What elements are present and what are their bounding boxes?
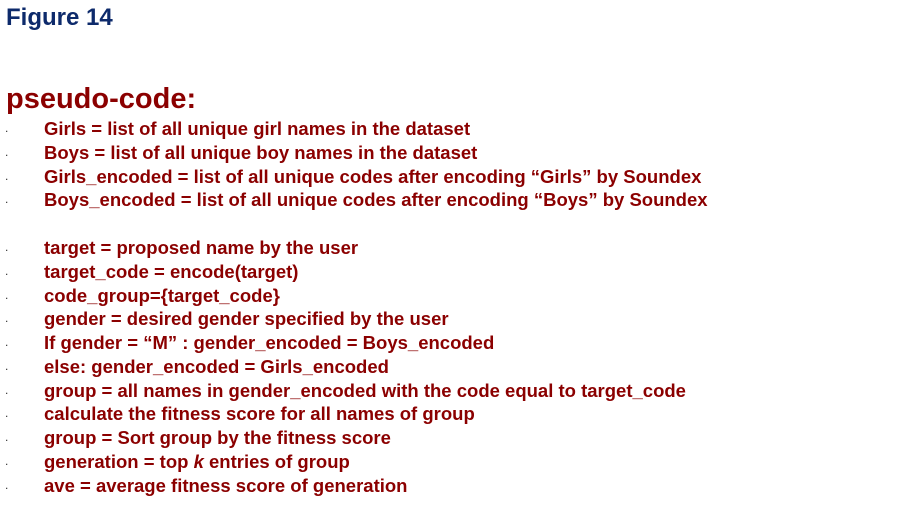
bullet-marker: . xyxy=(5,263,9,278)
bullet-marker: . xyxy=(5,453,9,468)
pseudo-code-line-text: Boys_encoded = list of all unique codes … xyxy=(44,189,708,211)
bullet-marker: . xyxy=(5,240,9,254)
pseudo-code-line-text: group = all names in gender_encoded with… xyxy=(44,379,686,401)
pseudo-code-line-text: If gender = “M” : gender_encoded = Boys_… xyxy=(44,332,495,353)
pseudo-code-heading: pseudo-code: xyxy=(6,83,197,115)
generation-line-k: k xyxy=(193,450,204,472)
generation-line-after: entries of group xyxy=(203,450,350,472)
pseudo-code-line-text: code_group={target_code} xyxy=(44,284,280,306)
bullet-marker: . xyxy=(5,335,9,349)
pseudo-code-line-text: ave = average fitness score of generatio… xyxy=(44,474,408,496)
pseudo-code-line-text: Boys = list of all unique boy names in t… xyxy=(44,141,478,163)
bullet-marker: . xyxy=(5,192,9,207)
figure-title: Figure 14 xyxy=(6,4,113,31)
bullet-marker: . xyxy=(5,430,9,444)
bullet-marker: . xyxy=(5,477,9,492)
bullet-marker: . xyxy=(5,382,9,397)
generation-line-before: generation = top xyxy=(44,450,194,472)
pseudo-code-line-text: Girls_encoded = list of all unique codes… xyxy=(44,165,702,187)
bullet-marker: . xyxy=(5,406,9,421)
pseudo-code-line-text: group = Sort group by the fitness score xyxy=(44,427,391,448)
pseudo-code-line-text: calculate the fitness score for all name… xyxy=(44,403,475,425)
pseudo-code-line-text: else: gender_encoded = Girls_encoded xyxy=(44,355,389,377)
bullet-marker: . xyxy=(5,358,9,373)
pseudo-code-line-text: gender = desired gender specified by the… xyxy=(44,308,449,330)
bullet-marker: . xyxy=(5,121,9,135)
bullet-marker: . xyxy=(5,311,9,326)
bullet-marker: . xyxy=(5,144,9,159)
pseudo-code-line-text: Girls = list of all unique girl names in… xyxy=(44,118,471,139)
pseudo-code-line-text: target = proposed name by the user xyxy=(44,237,359,258)
bullet-marker: . xyxy=(5,168,9,183)
pseudo-code-line-text: target_code = encode(target) xyxy=(44,260,299,282)
bullet-marker: . xyxy=(5,287,9,302)
pseudo-code-line-text: generation = top k entries of group xyxy=(44,450,350,474)
